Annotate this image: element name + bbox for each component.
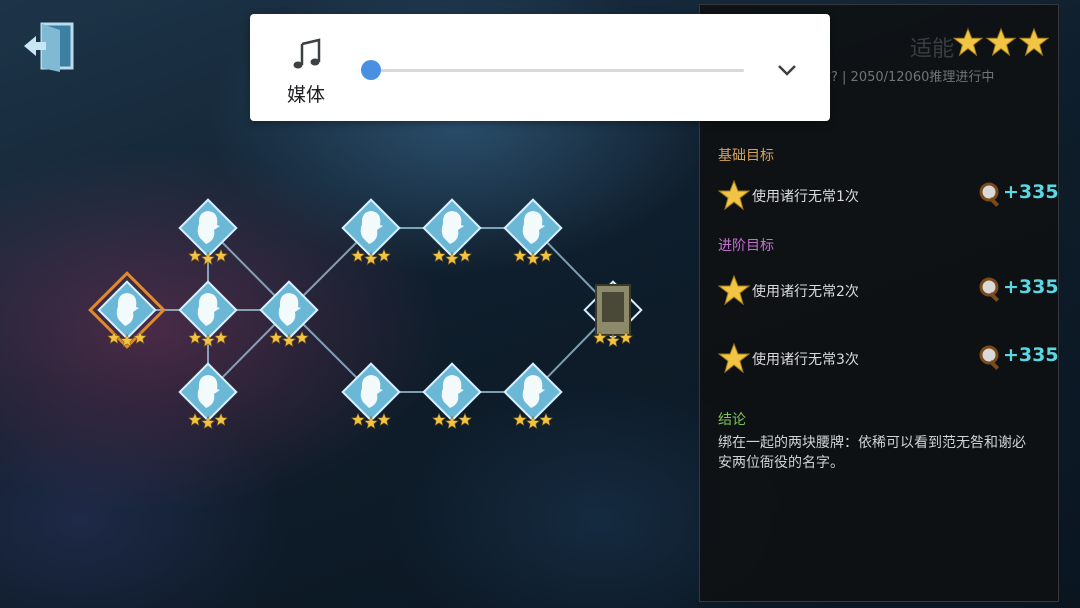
magnifier-icon[interactable] — [976, 276, 1004, 304]
map-node[interactable] — [88, 271, 166, 349]
map-node[interactable] — [415, 191, 489, 265]
goal-text: 使用诸行无常3次 — [752, 352, 859, 368]
star-icon — [718, 179, 750, 211]
progress-text: 加故? | 2050/12060推理进行中 — [805, 70, 995, 85]
rating-star-icon — [1019, 27, 1049, 57]
media-volume-panel: 媒体 — [250, 14, 830, 121]
goal-reward: +335 — [1003, 181, 1059, 203]
goal-text: 使用诸行无常1次 — [752, 189, 859, 205]
media-label: 媒体 — [287, 84, 326, 106]
chevron-down-icon[interactable] — [773, 56, 801, 84]
goal-row: 使用诸行无常2次 +335 — [718, 274, 1059, 306]
rating-star-icon — [953, 27, 983, 57]
card-emblem — [602, 292, 624, 322]
magnifier-icon[interactable] — [976, 181, 1004, 209]
goal-reward: +335 — [1003, 276, 1059, 298]
node-star-icon — [107, 330, 121, 344]
node-star-icon — [606, 333, 620, 347]
star-icon — [718, 274, 750, 306]
rating-stars — [953, 27, 1049, 57]
map-node[interactable] — [415, 355, 489, 429]
slider-thumb[interactable] — [361, 60, 381, 80]
goal-row: 使用诸行无常3次 +335 — [718, 342, 1059, 374]
music-note-icon — [293, 38, 321, 69]
conclusion-heading: 结论 — [718, 412, 746, 428]
media-volume-slider[interactable] — [361, 60, 744, 80]
node-star-icon — [133, 330, 147, 344]
conclusion-text: 绑在一起的两块腰牌：依稀可以看到范无咎和谢必安两位衙役的名字。 — [718, 435, 1026, 471]
advanced-goal-heading: 进阶目标 — [718, 238, 774, 254]
map-node[interactable] — [171, 273, 245, 347]
basic-goal-heading: 基础目标 — [718, 148, 774, 164]
goal-row: 使用诸行无常1次 +335 — [718, 179, 1059, 211]
star-icon — [718, 342, 750, 374]
map-node-item[interactable] — [583, 280, 643, 347]
magnifier-icon[interactable] — [976, 344, 1004, 372]
goal-reward: +335 — [1003, 344, 1059, 366]
map-nodes — [88, 191, 643, 429]
rating-star-icon — [986, 27, 1016, 57]
goal-text: 使用诸行无常2次 — [752, 284, 859, 300]
